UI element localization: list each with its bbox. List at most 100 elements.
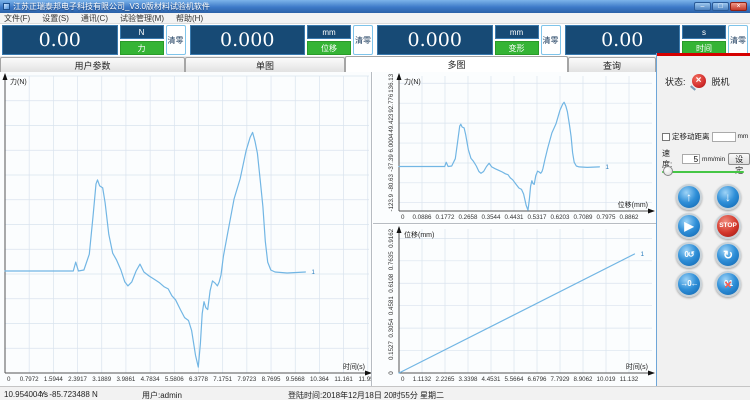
force-time-chart: 00.79721.59442.39173.18893.98614.78345.5… — [0, 72, 372, 386]
svg-text:0.7975: 0.7975 — [597, 214, 616, 221]
svg-text:0.7972: 0.7972 — [20, 376, 39, 383]
machine-status-row: 状态: × 脱机 — [665, 73, 749, 89]
svg-text:10.019: 10.019 — [597, 376, 616, 383]
svg-text:8.7695: 8.7695 — [262, 376, 281, 383]
close-icon[interactable]: × — [730, 2, 747, 11]
limit-break-button[interactable]: 0 1 × — [715, 271, 741, 297]
fixed-distance-checkbox[interactable] — [662, 133, 670, 141]
minimize-icon[interactable]: – — [694, 2, 711, 11]
svg-text:0: 0 — [388, 371, 395, 375]
svg-text:0.7635: 0.7635 — [388, 251, 395, 270]
control-panel: 状态: × 脱机 定移动距离 mm 速度: mm/min 设定 ↑ — [656, 53, 750, 400]
svg-text:0.1772: 0.1772 — [436, 214, 455, 221]
app-window: 江苏正瑞泰邦电子科技有限公司_V3.0版材料试验机软件 – □ × 文件(F) … — [0, 0, 750, 400]
displacement-label: 位移 — [307, 41, 351, 55]
force-clear-button[interactable]: 清零 — [166, 25, 186, 55]
menu-comm[interactable]: 通讯(C) — [81, 13, 108, 24]
svg-text:3.1889: 3.1889 — [92, 376, 111, 383]
displacement-unit: mm — [307, 25, 351, 39]
svg-text:0: 0 — [401, 376, 405, 383]
time-clear-button[interactable]: 清零 — [728, 25, 748, 55]
menu-bar: 文件(F) 设置(S) 通讯(C) 试验管理(M) 帮助(H) — [0, 13, 750, 24]
cycle-button[interactable]: ↻ — [715, 242, 741, 268]
panel-top-accent — [657, 53, 750, 56]
deformation-clear-button[interactable]: 清零 — [541, 25, 561, 55]
zero-position-button[interactable]: →0← — [676, 271, 702, 297]
down-button[interactable]: ↓ — [715, 184, 741, 210]
up-button[interactable]: ↑ — [676, 184, 702, 210]
menu-file[interactable]: 文件(F) — [4, 13, 30, 24]
svg-text:时间(s): 时间(s) — [626, 362, 648, 371]
status-label: 状态: — [665, 75, 686, 88]
menu-test-manage[interactable]: 试验管理(M) — [120, 13, 164, 24]
svg-text:1.1132: 1.1132 — [413, 376, 432, 383]
svg-text:11.132: 11.132 — [620, 376, 639, 383]
speed-slider[interactable] — [662, 165, 744, 177]
svg-text:0.1527: 0.1527 — [388, 341, 395, 360]
app-icon — [3, 3, 10, 10]
displacement-time-chart: 0 1.1132 2.2265 3.3398 4.4531 5.5664 6.6796 7.7… — [373, 225, 656, 386]
maximize-icon[interactable]: □ — [712, 2, 729, 11]
up-arrow-icon: ↑ — [686, 191, 692, 203]
time-unit: s — [682, 25, 726, 39]
start-button[interactable]: ▶ — [676, 213, 702, 239]
tab-user-params[interactable]: 用户参数 — [0, 57, 185, 72]
svg-text:5.5664: 5.5664 — [505, 376, 524, 383]
svg-text:-37.39: -37.39 — [388, 154, 395, 172]
svg-text:11.161: 11.161 — [334, 376, 353, 383]
speed-unit-label: mm/min — [702, 156, 725, 163]
svg-text:4.4531: 4.4531 — [482, 376, 501, 383]
slider-thumb[interactable] — [663, 166, 673, 176]
set-speed-button[interactable]: 设定 — [728, 153, 750, 165]
svg-text:3.3398: 3.3398 — [459, 376, 478, 383]
cycle-icon: ↻ — [723, 249, 733, 261]
svg-text:0: 0 — [401, 214, 405, 221]
svg-text:0.4431: 0.4431 — [505, 214, 524, 221]
limit-break-icon: 0 1 — [724, 278, 732, 290]
svg-text:2.2265: 2.2265 — [436, 376, 455, 383]
svg-text:2.3917: 2.3917 — [68, 376, 87, 383]
svg-text:49.423: 49.423 — [388, 113, 395, 132]
svg-text:1: 1 — [641, 251, 645, 258]
svg-text:11.958: 11.958 — [359, 376, 372, 383]
displacement-value: 0.000 — [190, 25, 306, 55]
stop-button[interactable]: STOP — [715, 213, 741, 239]
charts-area: 00.79721.59442.39173.18893.98614.78345.5… — [0, 72, 657, 386]
menu-settings[interactable]: 设置(S) — [42, 13, 69, 24]
speed-input[interactable] — [682, 154, 700, 164]
force-value: 0.00 — [2, 25, 118, 55]
svg-text:8.9062: 8.9062 — [574, 376, 593, 383]
svg-text:力(N): 力(N) — [10, 77, 27, 86]
svg-text:7.7929: 7.7929 — [551, 376, 570, 383]
jog-button-grid: ↑ ↓ ▶ STOP 0↺ ↻ →0← 0 1 × — [676, 184, 741, 297]
displacement-clear-button[interactable]: 清零 — [353, 25, 373, 55]
svg-text:0.6108: 0.6108 — [388, 273, 395, 292]
down-arrow-icon: ↓ — [725, 191, 731, 203]
svg-text:时间(s): 时间(s) — [343, 362, 365, 371]
svg-text:3.9861: 3.9861 — [116, 376, 135, 383]
svg-text:136.13: 136.13 — [388, 73, 395, 92]
svg-text:0.3054: 0.3054 — [388, 318, 395, 337]
window-title: 江苏正瑞泰邦电子科技有限公司_V3.0版材料试验机软件 — [13, 1, 210, 12]
svg-text:0.8862: 0.8862 — [620, 214, 639, 221]
svg-text:-80.63: -80.63 — [388, 173, 395, 191]
svg-text:力(N): 力(N) — [404, 77, 421, 86]
distance-unit-label: mm — [738, 133, 749, 140]
svg-text:0.9162: 0.9162 — [388, 228, 395, 247]
tab-single-chart[interactable]: 单图 — [185, 57, 345, 72]
svg-text:7.9723: 7.9723 — [237, 376, 256, 383]
svg-text:6.6796: 6.6796 — [528, 376, 547, 383]
menu-help[interactable]: 帮助(H) — [176, 13, 203, 24]
time-value: 0.00 — [565, 25, 681, 55]
svg-text:位移(mm): 位移(mm) — [404, 230, 434, 239]
svg-text:1: 1 — [605, 164, 609, 171]
svg-text:6.3778: 6.3778 — [189, 376, 208, 383]
svg-text:4.7834: 4.7834 — [141, 376, 160, 383]
tab-query[interactable]: 查询 — [568, 57, 656, 72]
distance-input[interactable] — [712, 132, 736, 142]
stop-icon: STOP — [719, 220, 737, 232]
tab-multi-chart[interactable]: 多图 — [345, 56, 568, 72]
return-zero-button[interactable]: 0↺ — [676, 242, 702, 268]
time-display: 0.00 s 时间 清零 — [563, 24, 750, 56]
fixed-distance-row: 定移动距离 mm — [662, 131, 750, 142]
